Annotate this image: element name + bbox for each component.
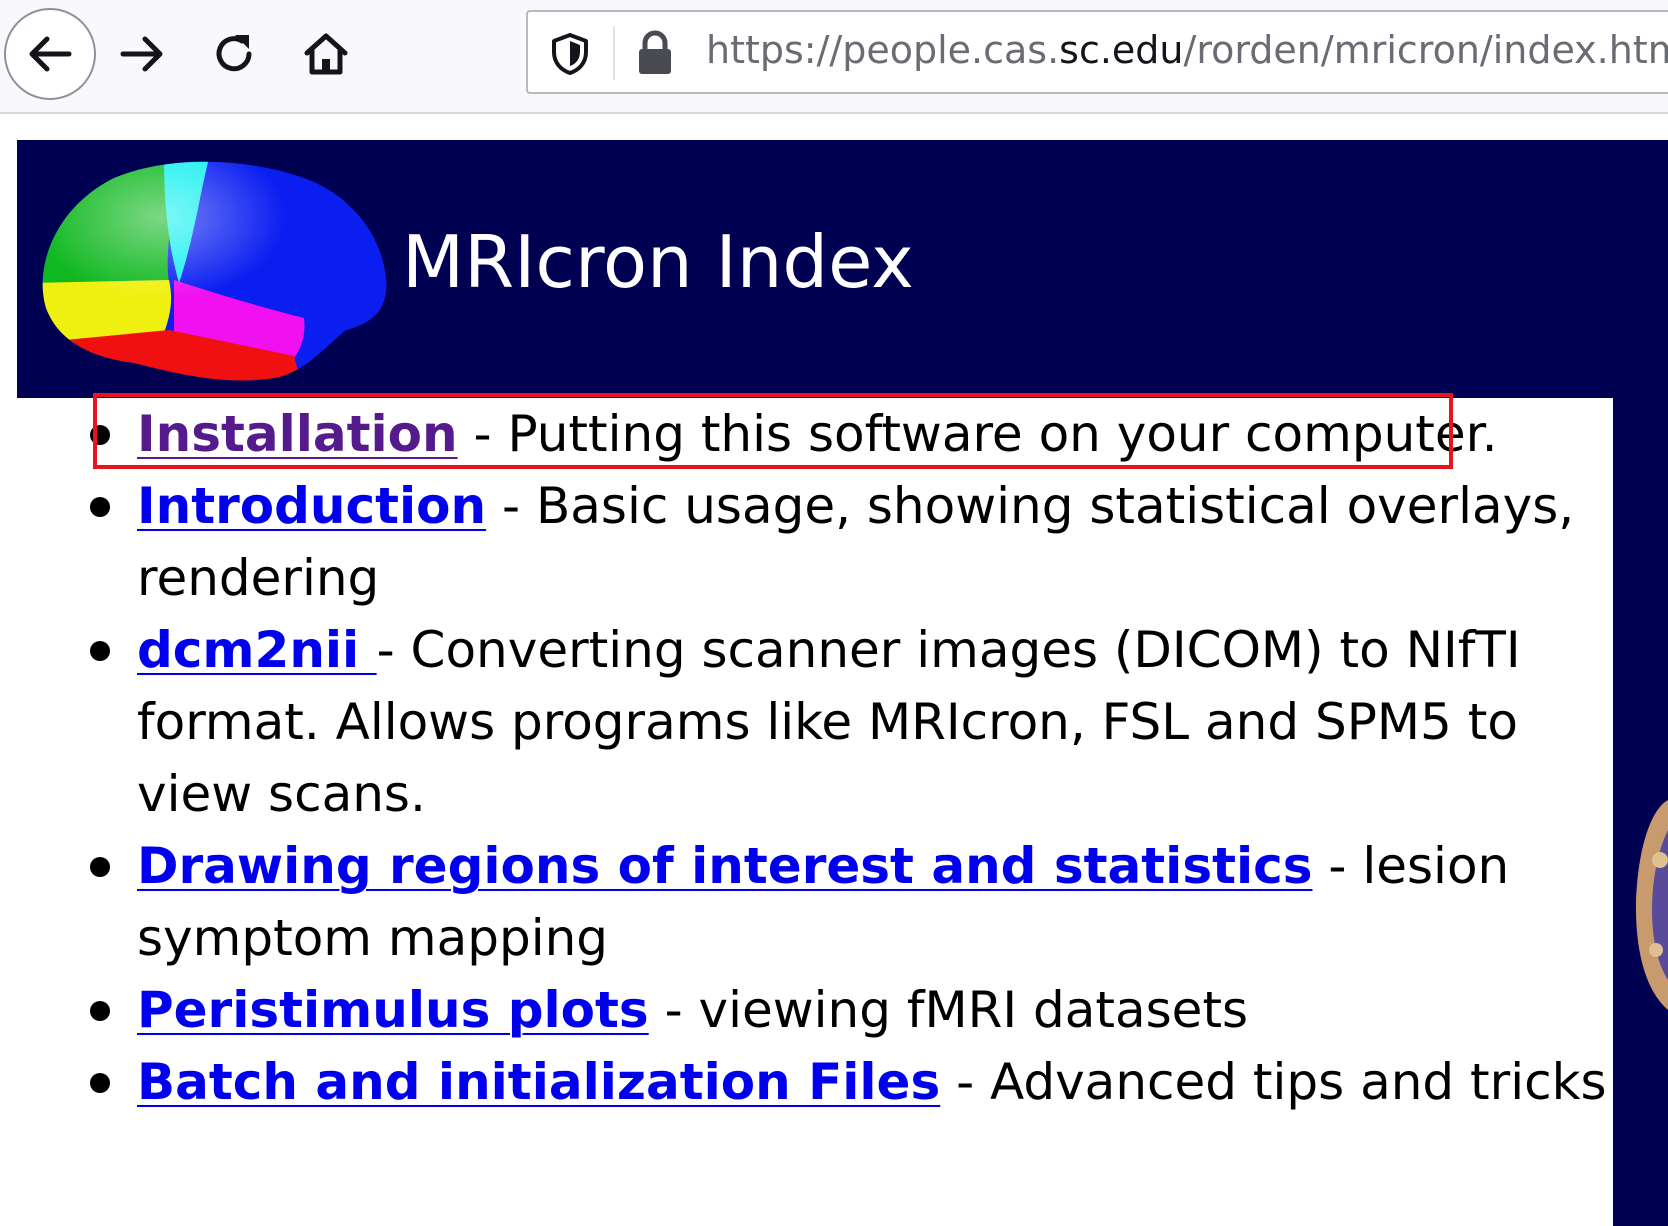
lock-icon[interactable] — [636, 30, 674, 76]
back-arrow-icon — [29, 36, 72, 72]
home-icon — [304, 33, 348, 75]
dcm2nii-link[interactable]: dcm2nii — [137, 621, 377, 679]
mricron-brain-logo — [42, 161, 387, 381]
peristimulus-description: - viewing fMRI datasets — [648, 981, 1249, 1039]
list-item-installation: Installation - Putting this software on … — [0, 398, 1607, 470]
shield-icon[interactable] — [550, 32, 590, 76]
list-item-peristimulus: Peristimulus plots - viewing fMRI datase… — [0, 974, 1607, 1046]
url-text[interactable]: https://people.cas.sc.edu/rorden/mricron… — [706, 28, 1668, 72]
introduction-link[interactable]: Introduction — [137, 477, 486, 535]
reload-button[interactable] — [188, 8, 280, 100]
drawing-roi-link[interactable]: Drawing regions of interest and statisti… — [137, 837, 1313, 895]
batch-link[interactable]: Batch and initialization Files — [137, 1053, 940, 1111]
page-title: MRIcron Index — [402, 220, 914, 304]
address-bar[interactable]: https://people.cas.sc.edu/rorden/mricron… — [526, 10, 1668, 94]
bullet — [90, 425, 110, 445]
list-item-dcm2nii: dcm2nii - Converting scanner images (DIC… — [0, 614, 1607, 830]
browser-toolbar: https://people.cas.sc.edu/rorden/mricron… — [0, 0, 1668, 114]
back-button[interactable] — [4, 8, 96, 100]
bullet — [90, 497, 110, 517]
list-item-introduction: Introduction - Basic usage, showing stat… — [0, 470, 1607, 614]
batch-description: - Advanced tips and tricks — [940, 1053, 1607, 1111]
index-list: Installation - Putting this software on … — [0, 398, 1610, 1118]
home-button[interactable] — [280, 8, 372, 100]
list-item-batch: Batch and initialization Files - Advance… — [0, 1046, 1607, 1118]
reload-icon — [216, 35, 252, 72]
forward-button[interactable] — [96, 8, 188, 100]
installation-link[interactable]: Installation — [137, 405, 458, 463]
peristimulus-link[interactable]: Peristimulus plots — [137, 981, 649, 1039]
bullet — [90, 1073, 110, 1093]
list-item-drawing-roi: Drawing regions of interest and statisti… — [0, 830, 1607, 974]
bullet — [90, 857, 110, 877]
bullet — [90, 1001, 110, 1021]
forward-arrow-icon — [120, 36, 163, 72]
address-bar-separator — [613, 26, 615, 80]
bullet — [90, 641, 110, 661]
installation-description: - Putting this software on your computer… — [457, 405, 1498, 463]
side-brain-image — [1635, 800, 1668, 1010]
